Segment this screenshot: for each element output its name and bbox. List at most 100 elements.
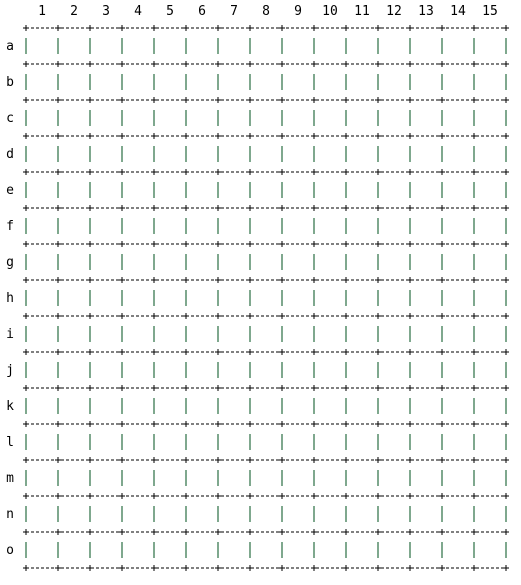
board-cell-e5[interactable] — [156, 174, 184, 206]
board-cell-g5[interactable] — [156, 246, 184, 278]
board-cell-b8[interactable] — [252, 66, 280, 98]
board-cell-m1[interactable] — [28, 462, 56, 494]
board-cell-g4[interactable] — [124, 246, 152, 278]
board-cell-h8[interactable] — [252, 282, 280, 314]
board-cell-f11[interactable] — [348, 210, 376, 242]
board-cell-d7[interactable] — [220, 138, 248, 170]
board-cell-a12[interactable] — [380, 30, 408, 62]
board-cell-i1[interactable] — [28, 318, 56, 350]
board-cell-b5[interactable] — [156, 66, 184, 98]
board-cell-g3[interactable] — [92, 246, 120, 278]
board-cell-j13[interactable] — [412, 354, 440, 386]
board-cell-a9[interactable] — [284, 30, 312, 62]
board-cell-l11[interactable] — [348, 426, 376, 458]
board-cell-m10[interactable] — [316, 462, 344, 494]
board-cell-n15[interactable] — [476, 498, 504, 530]
board-cell-k10[interactable] — [316, 390, 344, 422]
board-cell-i14[interactable] — [444, 318, 472, 350]
board-cell-i3[interactable] — [92, 318, 120, 350]
board-cell-m2[interactable] — [60, 462, 88, 494]
board-cell-e13[interactable] — [412, 174, 440, 206]
board-cell-l5[interactable] — [156, 426, 184, 458]
board-cell-j2[interactable] — [60, 354, 88, 386]
board-cell-g12[interactable] — [380, 246, 408, 278]
board-cell-d11[interactable] — [348, 138, 376, 170]
board-cell-m9[interactable] — [284, 462, 312, 494]
board-cell-c8[interactable] — [252, 102, 280, 134]
board-cell-c10[interactable] — [316, 102, 344, 134]
board-cell-e14[interactable] — [444, 174, 472, 206]
board-cell-h15[interactable] — [476, 282, 504, 314]
board-cell-g10[interactable] — [316, 246, 344, 278]
board-cell-l6[interactable] — [188, 426, 216, 458]
board-cell-i8[interactable] — [252, 318, 280, 350]
board-cell-a13[interactable] — [412, 30, 440, 62]
board-cell-m4[interactable] — [124, 462, 152, 494]
board-cell-h2[interactable] — [60, 282, 88, 314]
board-cell-n4[interactable] — [124, 498, 152, 530]
board-cell-j5[interactable] — [156, 354, 184, 386]
board-cell-n5[interactable] — [156, 498, 184, 530]
board-cell-n1[interactable] — [28, 498, 56, 530]
board-cell-c7[interactable] — [220, 102, 248, 134]
board-cell-a4[interactable] — [124, 30, 152, 62]
board-cell-l2[interactable] — [60, 426, 88, 458]
board-cell-f12[interactable] — [380, 210, 408, 242]
board-cell-a2[interactable] — [60, 30, 88, 62]
board-cell-b11[interactable] — [348, 66, 376, 98]
board-cell-h6[interactable] — [188, 282, 216, 314]
board-cell-l12[interactable] — [380, 426, 408, 458]
board-cell-o7[interactable] — [220, 534, 248, 566]
board-cell-b1[interactable] — [28, 66, 56, 98]
board-cell-o4[interactable] — [124, 534, 152, 566]
board-cell-m5[interactable] — [156, 462, 184, 494]
board-cell-e15[interactable] — [476, 174, 504, 206]
board-cell-c6[interactable] — [188, 102, 216, 134]
board-cell-d8[interactable] — [252, 138, 280, 170]
board-cell-k3[interactable] — [92, 390, 120, 422]
board-cell-j15[interactable] — [476, 354, 504, 386]
board-cell-h5[interactable] — [156, 282, 184, 314]
board-cell-e4[interactable] — [124, 174, 152, 206]
board-cell-c11[interactable] — [348, 102, 376, 134]
board-cell-b9[interactable] — [284, 66, 312, 98]
board-cell-m7[interactable] — [220, 462, 248, 494]
board-cell-a14[interactable] — [444, 30, 472, 62]
board-cell-l8[interactable] — [252, 426, 280, 458]
board-cell-h11[interactable] — [348, 282, 376, 314]
board-cell-j6[interactable] — [188, 354, 216, 386]
board-cell-k1[interactable] — [28, 390, 56, 422]
board-cell-b12[interactable] — [380, 66, 408, 98]
board-cell-m8[interactable] — [252, 462, 280, 494]
board-cell-i9[interactable] — [284, 318, 312, 350]
board-cell-d5[interactable] — [156, 138, 184, 170]
board-cell-l3[interactable] — [92, 426, 120, 458]
board-cell-e1[interactable] — [28, 174, 56, 206]
board-cell-h7[interactable] — [220, 282, 248, 314]
board-cell-b2[interactable] — [60, 66, 88, 98]
board-cell-g14[interactable] — [444, 246, 472, 278]
board-cell-a7[interactable] — [220, 30, 248, 62]
board-cell-b7[interactable] — [220, 66, 248, 98]
board-cell-g13[interactable] — [412, 246, 440, 278]
board-cell-b15[interactable] — [476, 66, 504, 98]
board-cell-g1[interactable] — [28, 246, 56, 278]
board-cell-n9[interactable] — [284, 498, 312, 530]
board-cell-m15[interactable] — [476, 462, 504, 494]
board-cell-c5[interactable] — [156, 102, 184, 134]
board-cell-d13[interactable] — [412, 138, 440, 170]
board-cell-l4[interactable] — [124, 426, 152, 458]
board-cell-l1[interactable] — [28, 426, 56, 458]
board-cell-l13[interactable] — [412, 426, 440, 458]
board-cell-i7[interactable] — [220, 318, 248, 350]
board-cell-c14[interactable] — [444, 102, 472, 134]
board-cell-o8[interactable] — [252, 534, 280, 566]
board-cell-j7[interactable] — [220, 354, 248, 386]
board-cell-j1[interactable] — [28, 354, 56, 386]
board-cell-f2[interactable] — [60, 210, 88, 242]
board-cell-f15[interactable] — [476, 210, 504, 242]
board-cell-o9[interactable] — [284, 534, 312, 566]
board-cell-f4[interactable] — [124, 210, 152, 242]
board-cell-e11[interactable] — [348, 174, 376, 206]
board-cell-n11[interactable] — [348, 498, 376, 530]
